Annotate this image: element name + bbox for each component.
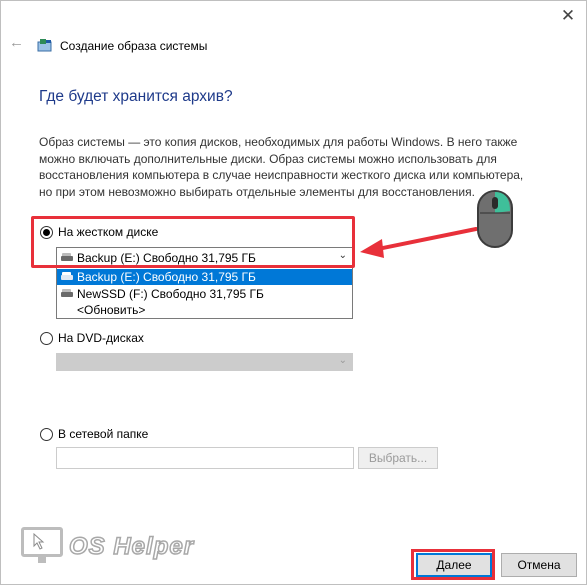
window-title: Создание образа системы	[60, 39, 208, 53]
close-icon[interactable]: ✕	[557, 5, 579, 27]
system-image-icon	[37, 39, 52, 52]
radio-dvd[interactable]	[40, 332, 53, 345]
drive-icon	[61, 272, 73, 280]
cancel-button[interactable]: Отмена	[501, 553, 577, 577]
dropdown-item-refresh[interactable]: <Обновить>	[57, 302, 352, 318]
next-button[interactable]: Далее	[416, 553, 492, 577]
dropdown-item-label: NewSSD (F:) Свободно 31,795 ГБ	[77, 287, 264, 301]
mouse-click-icon	[477, 190, 513, 248]
dropdown-item-newssd[interactable]: NewSSD (F:) Свободно 31,795 ГБ	[57, 286, 352, 302]
annotation-arrow-icon	[360, 227, 478, 258]
radio-network[interactable]	[40, 428, 53, 441]
browse-button: Выбрать...	[358, 447, 438, 469]
network-path-input	[56, 447, 354, 469]
hard-disk-dropdown-list: Backup (E:) Свободно 31,795 ГБ NewSSD (F…	[56, 267, 353, 319]
option-label-network[interactable]: В сетевой папке	[58, 427, 148, 441]
dropdown-item-backup[interactable]: Backup (E:) Свободно 31,795 ГБ	[57, 269, 352, 285]
option-label-dvd[interactable]: На DVD-дисках	[58, 331, 144, 345]
drive-icon	[61, 289, 73, 297]
watermark-logo-text: OS Helper	[68, 532, 195, 561]
chevron-down-icon: ⌄	[338, 355, 347, 366]
page-heading: Где будет хранится архив?	[39, 88, 233, 105]
cursor-arrow-icon	[33, 533, 45, 550]
monitor-logo-icon	[21, 527, 63, 563]
dialog-window: ✕ ← Создание образа системы Где будет хр…	[0, 0, 587, 585]
back-arrow-icon[interactable]: ←	[9, 35, 25, 51]
dvd-select: ⌄	[56, 353, 353, 371]
description-text: Образ системы — это копия дисков, необхо…	[39, 135, 524, 199]
dropdown-item-label: Backup (E:) Свободно 31,795 ГБ	[77, 270, 256, 284]
annotation-highlight-box	[31, 216, 355, 268]
dropdown-item-label: <Обновить>	[77, 303, 146, 317]
